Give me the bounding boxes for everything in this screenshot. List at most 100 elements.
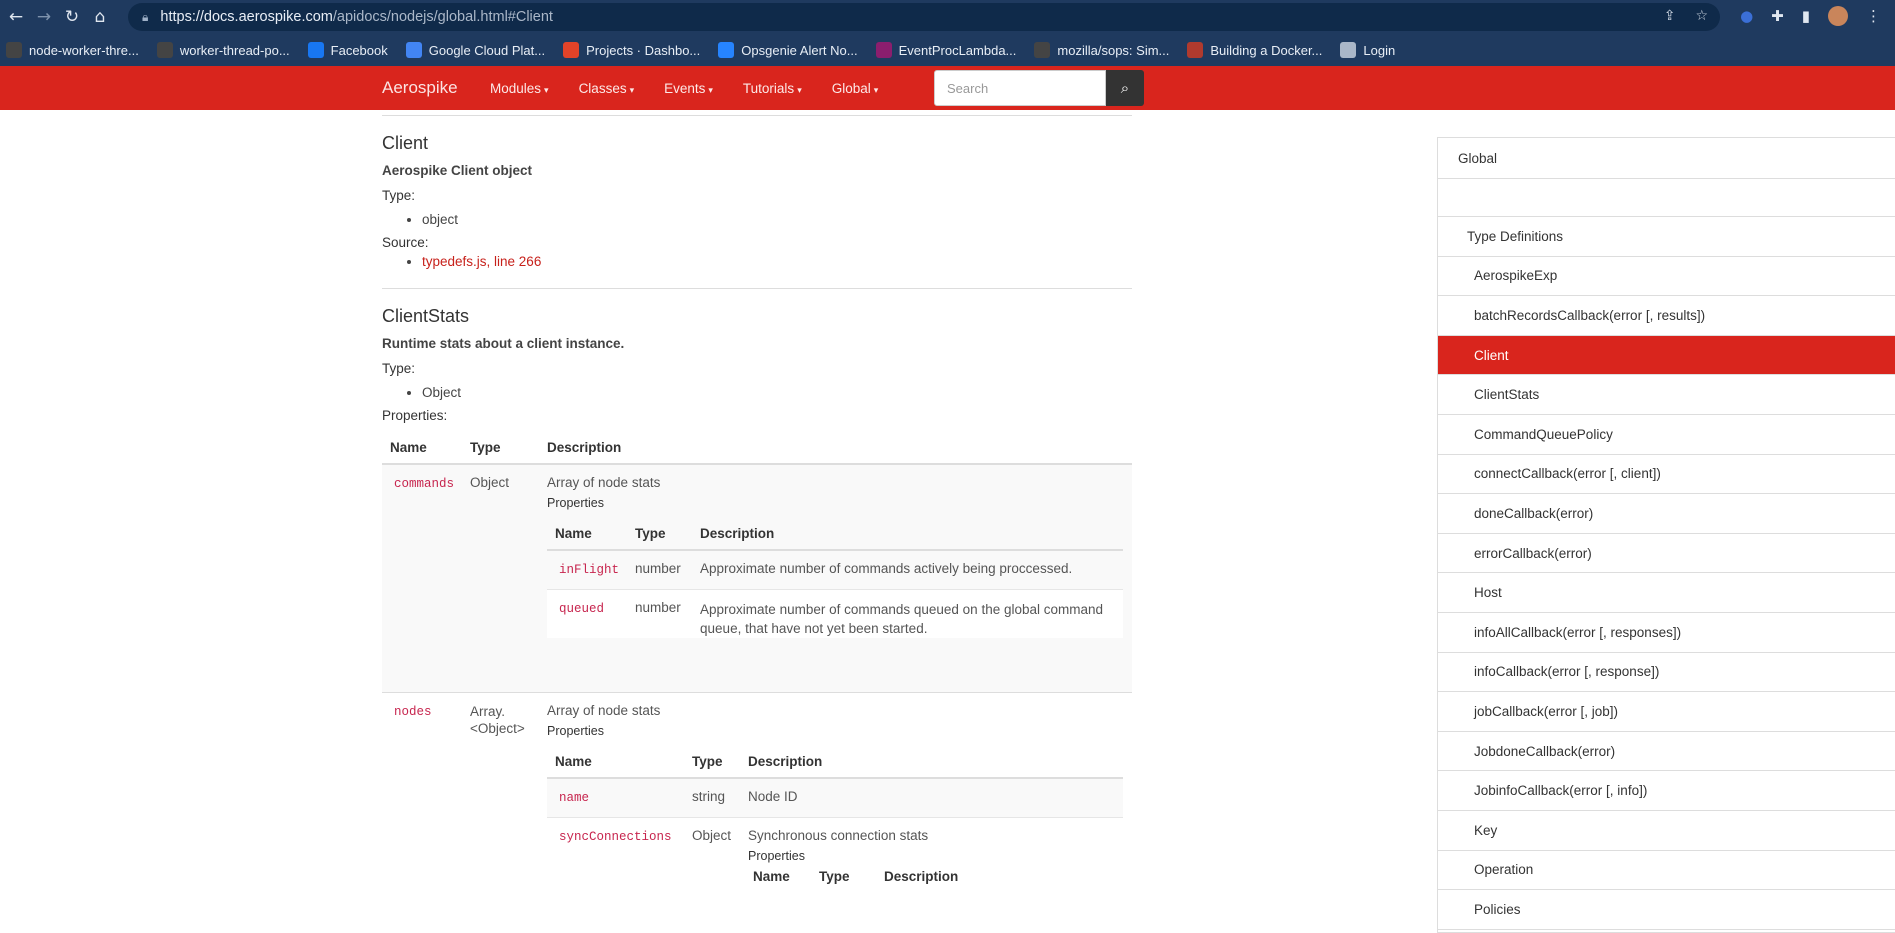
divider xyxy=(382,288,1132,289)
client-type-label: Type: xyxy=(382,188,416,203)
sidebar-item[interactable]: JobinfoCallback(error [, info]) xyxy=(1438,771,1895,811)
bookmark-item[interactable]: Opsgenie Alert No... xyxy=(718,42,858,58)
sidebar-item[interactable]: connectCallback(error [, client]) xyxy=(1438,455,1895,495)
bookmark-item[interactable]: Login xyxy=(1340,42,1395,58)
prop-type: Array. xyxy=(470,703,506,719)
client-description: Aerospike Client object xyxy=(382,163,533,178)
caret-down-icon: ▾ xyxy=(629,86,635,96)
menu-events[interactable]: Events ▾ xyxy=(664,81,713,96)
sidebar-section-type-definitions: Type Definitions xyxy=(1438,217,1895,257)
sidebar-item[interactable]: ClientStats xyxy=(1438,375,1895,415)
url-text[interactable]: https://docs.aerospike.com/apidocs/nodej… xyxy=(160,9,553,25)
sidebar-item[interactable]: JobdoneCallback(error) xyxy=(1438,732,1895,772)
bookmark-item[interactable]: Google Cloud Plat... xyxy=(405,42,545,58)
sidebar-item[interactable]: jobCallback(error [, job]) xyxy=(1438,692,1895,732)
nested-properties-label: Properties xyxy=(547,496,604,510)
bookmark-favicon-icon xyxy=(1187,42,1204,58)
sidebar-item[interactable]: AerospikeExp xyxy=(1438,257,1895,297)
properties-label: Properties: xyxy=(382,408,448,423)
sidebar-item[interactable]: Policies xyxy=(1438,890,1895,930)
side-panel-icon[interactable]: ▮ xyxy=(1802,7,1810,25)
deep-col-type: Type xyxy=(819,868,850,884)
client-title: Client xyxy=(382,133,429,153)
bookmark-label: worker-thread-po... xyxy=(179,42,290,58)
sidebar-item[interactable]: Key xyxy=(1438,811,1895,851)
site-navbar: Aerospike Modules ▾ Classes ▾ Events ▾ Tuto… xyxy=(0,66,1895,110)
menu-modules[interactable]: Modules ▾ xyxy=(490,81,549,96)
nested-col-name: Name xyxy=(547,518,628,551)
search-input[interactable]: Search xyxy=(934,70,1106,106)
nested-col-type: Type xyxy=(684,745,741,779)
search-button[interactable]: ⌕ xyxy=(1106,70,1144,106)
bookmark-label: Opsgenie Alert No... xyxy=(741,42,858,58)
prop-type: Object xyxy=(470,475,510,490)
share-icon[interactable]: ⇪ xyxy=(1664,8,1676,24)
bookmark-label: Projects · Dashbo... xyxy=(586,42,701,58)
bookmark-item[interactable]: Building a Docker... xyxy=(1187,42,1322,58)
menu-kebab-icon[interactable]: ⋮ xyxy=(1866,7,1881,25)
bookmarks-bar: node-worker-thre... worker-thread-po... Fa… xyxy=(0,34,1895,66)
sidebar-item[interactable]: infoCallback(error [, response]) xyxy=(1438,653,1895,693)
col-description: Description xyxy=(539,432,1132,465)
sidebar-item[interactable]: Client xyxy=(1438,335,1895,376)
bookmark-label: node-worker-thre... xyxy=(29,42,139,58)
profile-avatar[interactable] xyxy=(1828,6,1848,26)
bookmark-item[interactable]: worker-thread-po... xyxy=(156,42,290,58)
deep-col-description: Description xyxy=(884,868,959,884)
col-name: Name xyxy=(382,432,463,465)
table-row: syncConnections Object Synchronous conne… xyxy=(547,817,1123,863)
prop-name: syncConnections xyxy=(559,829,672,844)
sidebar-item[interactable]: errorCallback(error) xyxy=(1438,534,1895,574)
client-type-value: object xyxy=(422,212,1132,227)
menu-global[interactable]: Global ▾ xyxy=(832,81,879,96)
reload-icon[interactable]: ↻ xyxy=(60,5,84,29)
bookmark-label: mozilla/sops: Sim... xyxy=(1057,42,1170,58)
bookmark-item[interactable]: Facebook xyxy=(307,42,388,58)
prop-description: Synchronous connection stats xyxy=(748,827,929,843)
sidebar-item[interactable]: CommandQueuePolicy xyxy=(1438,415,1895,455)
extensions-puzzle-icon[interactable]: ✚ xyxy=(1771,7,1784,25)
forward-arrow-icon[interactable]: → xyxy=(32,5,56,29)
menu-tutorials[interactable]: Tutorials ▾ xyxy=(743,81,802,96)
sidebar-item[interactable]: Host xyxy=(1438,573,1895,613)
bookmark-label: EventProcLambda... xyxy=(898,42,1017,58)
home-icon[interactable]: ⌂ xyxy=(88,5,112,29)
nested-col-description: Description xyxy=(692,518,1124,551)
browser-toolbar: ← → ↻ ⌂ 🔒︎ https://docs.aerospike.com/ap… xyxy=(0,0,1895,34)
bookmark-item[interactable]: EventProcLambda... xyxy=(875,42,1017,58)
address-bar[interactable]: 🔒︎ https://docs.aerospike.com/apidocs/no… xyxy=(128,3,1720,31)
extension-circle-icon[interactable]: ● xyxy=(1740,7,1753,25)
bookmark-label: Facebook xyxy=(330,42,388,58)
sidebar-item[interactable]: infoAllCallback(error [, responses]) xyxy=(1438,613,1895,653)
prop-name: inFlight xyxy=(559,563,620,577)
back-arrow-icon[interactable]: ← xyxy=(4,5,28,29)
bookmark-item[interactable]: Projects · Dashbo... xyxy=(563,42,700,58)
nested-col-name: Name xyxy=(547,745,685,779)
bookmark-star-icon[interactable]: ☆ xyxy=(1695,8,1708,24)
nested-table: Name Type Description inFlight number Ap… xyxy=(547,518,1124,638)
search-icon: ⌕ xyxy=(1120,79,1130,97)
bookmark-item[interactable]: node-worker-thre... xyxy=(6,42,139,58)
table-row: queued number Approximate number of comm… xyxy=(547,589,1124,638)
prop-description: Node ID xyxy=(748,788,798,804)
table-row: name string Node ID xyxy=(547,777,1124,817)
prop-description: Array of node stats xyxy=(547,475,661,490)
clientstats-title: ClientStats xyxy=(382,306,470,326)
sidebar-item[interactable]: doneCallback(error) xyxy=(1438,494,1895,534)
nested-properties-label: Properties xyxy=(547,723,604,738)
bookmark-label: Login xyxy=(1363,42,1396,58)
menu-classes[interactable]: Classes ▾ xyxy=(579,81,635,96)
clientstats-type-value: Object xyxy=(422,385,1132,400)
brand-link[interactable]: Aerospike xyxy=(382,78,458,98)
source-link[interactable]: typedefs.js, line 266 xyxy=(422,254,541,269)
clientstats-description: Runtime stats about a client instance. xyxy=(382,336,625,351)
prop-name: name xyxy=(559,790,590,805)
sidebar-item[interactable]: batchRecordsCallback(error [, results]) xyxy=(1438,296,1895,336)
bookmark-label: Building a Docker... xyxy=(1210,42,1323,58)
prop-type-generic: <Object> xyxy=(470,720,525,736)
sidebar-item[interactable]: Operation xyxy=(1438,851,1895,891)
prop-name: commands xyxy=(394,477,455,491)
prop-type: string xyxy=(692,788,726,804)
bookmark-favicon-icon xyxy=(718,42,735,58)
bookmark-item[interactable]: mozilla/sops: Sim... xyxy=(1034,42,1169,58)
